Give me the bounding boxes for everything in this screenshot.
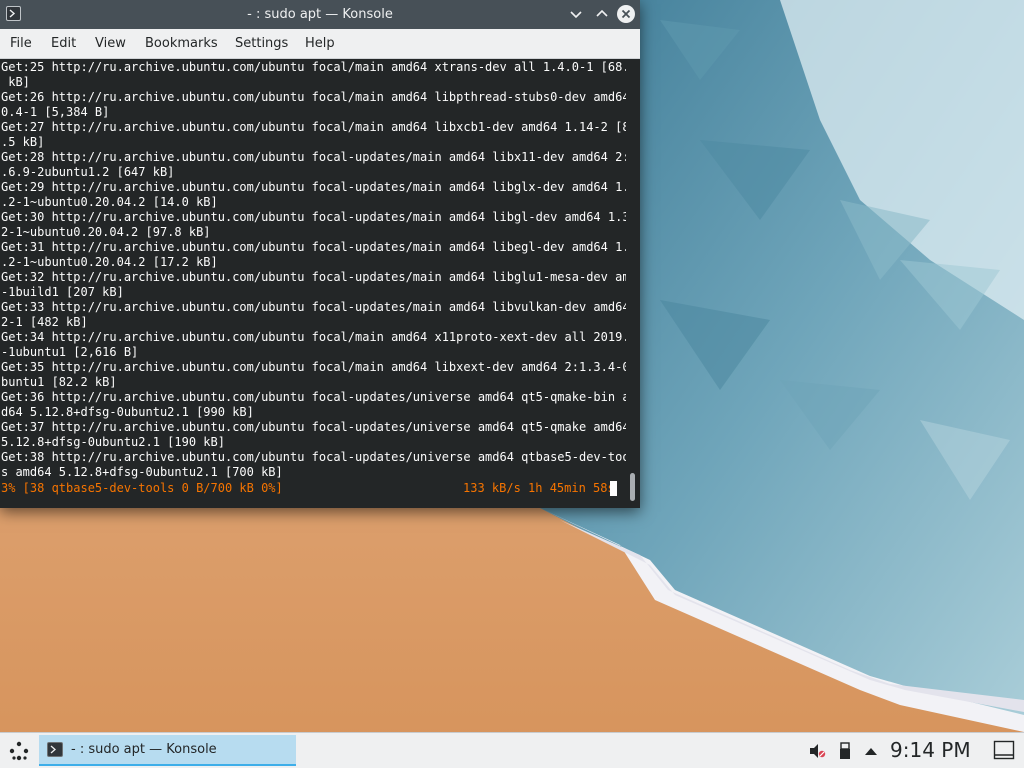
terminal-line: .5 kB] [1,135,45,149]
menu-bookmarks[interactable]: Bookmarks [145,29,218,59]
konsole-window: - : sudo apt — Konsole File Edit View Bo… [0,0,640,508]
terminal-line: Get:34 http://ru.archive.ubuntu.com/ubun… [1,330,626,344]
terminal-line: Get:36 http://ru.archive.ubuntu.com/ubun… [1,390,626,404]
device-notifier-button[interactable] [836,742,854,760]
terminal-line: s amd64 5.12.8+dfsg-0ubuntu2.1 [700 kB] [1,465,283,479]
terminal-line: -1ubuntu1 [2,616 B] [1,345,139,359]
usb-device-icon [840,742,850,759]
window-titlebar[interactable]: - : sudo apt — Konsole [0,0,640,29]
close-icon [617,5,635,23]
digital-clock[interactable]: 9:14 PM [890,733,971,767]
terminal-line: Get:30 http://ru.archive.ubuntu.com/ubun… [1,210,626,224]
menu-file[interactable]: File [10,29,32,59]
terminal-line: Get:25 http://ru.archive.ubuntu.com/ubun… [1,60,626,74]
terminal-line: d64 5.12.8+dfsg-0ubuntu2.1 [990 kB] [1,405,254,419]
terminal-line: 2-1 [482 kB] [1,315,88,329]
show-hidden-icons-button[interactable] [862,742,880,760]
menu-view[interactable]: View [95,29,126,59]
terminal-line: Get:32 http://ru.archive.ubuntu.com/ubun… [1,270,626,284]
terminal-line: -1build1 [207 kB] [1,285,124,299]
task-label: - : sudo apt — Konsole [71,742,217,757]
terminal-scrollbar[interactable] [626,59,640,508]
close-button[interactable] [616,4,636,24]
terminal-line: Get:29 http://ru.archive.ubuntu.com/ubun… [1,180,626,194]
window-title: - : sudo apt — Konsole [247,7,393,22]
chevron-down-icon [570,11,582,19]
apt-progress-status: 3% [38 qtbase5-dev-tools 0 B/700 kB 0%] [1,481,283,495]
terminal-line: Get:26 http://ru.archive.ubuntu.com/ubun… [1,90,626,104]
volume-muted-icon [810,744,826,758]
terminal-line: Get:33 http://ru.archive.ubuntu.com/ubun… [1,300,626,314]
maximize-button[interactable] [592,4,612,24]
terminal-lines: Get:25 http://ru.archive.ubuntu.com/ubun… [1,60,626,480]
volume-button[interactable] [808,742,826,760]
triangle-up-icon [865,748,877,755]
konsole-icon [47,742,63,757]
terminal-line: kB] [1,75,30,89]
show-desktop-icon [993,740,1015,760]
terminal-line: buntu1 [82.2 kB] [1,375,117,389]
menu-help[interactable]: Help [305,29,335,59]
terminal-output[interactable]: Get:25 http://ru.archive.ubuntu.com/ubun… [0,59,626,508]
terminal-line: Get:38 http://ru.archive.ubuntu.com/ubun… [1,450,626,464]
terminal-line: 5.12.8+dfsg-0ubuntu2.1 [190 kB] [1,435,225,449]
menu-settings[interactable]: Settings [235,29,288,59]
menu-edit[interactable]: Edit [51,29,76,59]
terminal-line: .2-1~ubuntu0.20.04.2 [17.2 kB] [1,255,218,269]
minimize-button[interactable] [566,4,586,24]
terminal-line: Get:31 http://ru.archive.ubuntu.com/ubun… [1,240,626,254]
terminal-line: 0.4-1 [5,384 B] [1,105,110,119]
apt-download-rate: 133 kB/s 1h 45min 58s [463,481,615,495]
application-launcher-icon [9,741,29,761]
terminal-line: Get:28 http://ru.archive.ubuntu.com/ubun… [1,150,626,164]
application-launcher-button[interactable] [6,738,32,764]
scrollbar-thumb[interactable] [630,473,635,501]
menu-bar: File Edit View Bookmarks Settings Help [0,29,640,59]
show-desktop-button[interactable] [993,739,1015,761]
terminal-line: .6.9-2ubuntu1.2 [647 kB] [1,165,175,179]
terminal-line: 2-1~ubuntu0.20.04.2 [97.8 kB] [1,225,211,239]
terminal-line: Get:27 http://ru.archive.ubuntu.com/ubun… [1,120,626,134]
terminal-cursor [610,481,617,496]
taskbar: - : sudo apt — Konsole 9:14 PM [0,732,1024,768]
terminal-line: .2-1~ubuntu0.20.04.2 [14.0 kB] [1,195,218,209]
task-konsole[interactable]: - : sudo apt — Konsole [39,735,296,766]
chevron-up-icon [596,9,608,17]
terminal-line: Get:37 http://ru.archive.ubuntu.com/ubun… [1,420,626,434]
terminal-line: Get:35 http://ru.archive.ubuntu.com/ubun… [1,360,626,374]
